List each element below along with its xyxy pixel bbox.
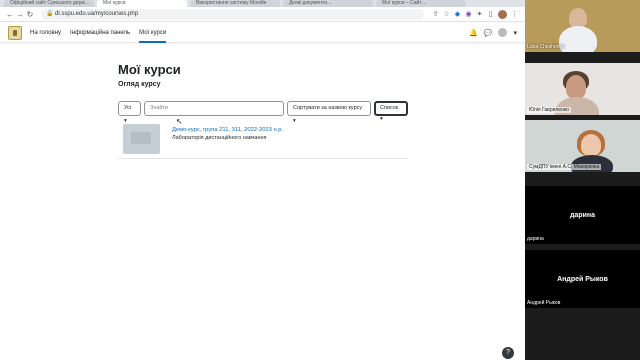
forward-icon[interactable]: → — [15, 10, 25, 19]
participant-tile[interactable]: дарина дарина — [525, 186, 640, 248]
grouping-dropdown[interactable]: Усі ▾ — [118, 101, 141, 124]
course-list-item[interactable]: Демо-курс, група 211, 311, 2022-2023 н.р… — [118, 120, 408, 159]
participant-tile[interactable]: СумДПУ імені А.С. Макаренка — [525, 120, 640, 176]
course-name-link[interactable]: Демо-курс, група 211, 311, 2022-2023 н.р… — [172, 127, 283, 133]
participant-video — [566, 75, 586, 99]
participant-video — [559, 26, 597, 52]
participant-tile[interactable]: Luba Cheshenko — [525, 0, 640, 56]
help-button[interactable]: ? — [502, 347, 514, 359]
participant-display-name: Андрей Рыков — [557, 276, 608, 283]
extensions-puzzle-icon[interactable]: ✦ — [474, 10, 485, 18]
extension-icon[interactable]: ◉ — [463, 10, 474, 18]
course-overview-heading: Огляд курсу — [118, 81, 161, 88]
browser-tab[interactable]: Офіційний сайт Сумського держ… — [4, 0, 94, 7]
bookmark-star-icon[interactable]: ☆ — [441, 10, 452, 18]
notifications-bell-icon[interactable]: 🔔 — [469, 29, 478, 37]
participant-tile[interactable]: Юлія Гавриленко — [525, 63, 640, 119]
browser-menu-icon[interactable]: ⋮ — [509, 10, 520, 18]
sort-dropdown[interactable]: Сортувати за назвою курсу ▾ — [287, 101, 371, 124]
back-icon[interactable]: ← — [5, 10, 15, 19]
nav-dashboard[interactable]: Інформаційна панель — [70, 23, 130, 43]
sidebar-icon[interactable]: ▯ — [485, 10, 496, 18]
tab-strip: Офіційний сайт Сумського держ… Мої курси… — [0, 0, 525, 7]
participant-tile[interactable]: Андрей Рыков Андрей Рыков — [525, 250, 640, 312]
sort-label: Сортувати за назвою курсу — [293, 105, 363, 111]
messages-icon[interactable]: 💬 — [484, 29, 493, 37]
navbar-user-area: 🔔 💬 ▾ — [469, 28, 517, 37]
nav-home[interactable]: На головну — [30, 23, 61, 43]
view-label: Список — [380, 105, 399, 111]
browser-window: Офіційний сайт Сумського держ… Мої курси… — [0, 0, 525, 360]
university-logo[interactable] — [8, 25, 22, 40]
chevron-down-icon[interactable]: ▾ — [513, 29, 517, 37]
url-field[interactable]: 🔒 dl.sspu.edu.ua/my/courses.php — [41, 8, 424, 20]
site-navbar: На головну Інформаційна панель Мої курси… — [0, 23, 525, 43]
participant-video — [569, 8, 587, 28]
participant-name: Luba Cheshenko — [527, 44, 565, 50]
user-avatar[interactable] — [498, 28, 508, 37]
nav-my-courses[interactable]: Мої курси — [139, 23, 167, 43]
browser-tab[interactable]: Мої курси – Сайт… — [376, 0, 466, 7]
course-search-input[interactable]: Знайти — [144, 101, 284, 116]
participant-name: дарина — [527, 236, 544, 242]
browser-tab[interactable]: Використання систему Moodle — [190, 0, 280, 7]
course-image[interactable] — [123, 124, 160, 154]
browser-tab[interactable]: Деякі документи… — [283, 0, 373, 7]
participant-video — [581, 134, 601, 156]
participant-display-name: дарина — [569, 212, 596, 219]
share-icon[interactable]: ⇪ — [430, 10, 441, 18]
video-call-participants: Luba Cheshenko Юлія Гавриленко СумДПУ ім… — [525, 0, 640, 360]
view-dropdown[interactable]: Список ▾ — [374, 101, 408, 122]
reload-icon[interactable]: ↻ — [25, 10, 35, 19]
lock-icon: 🔒 — [46, 10, 54, 17]
participant-name: Андрей Рыков — [527, 300, 561, 306]
url-text: dl.sspu.edu.ua/my/courses.php — [55, 10, 139, 17]
extension-shield-icon[interactable]: ◆ — [452, 10, 463, 18]
page-title: Мої курси — [118, 62, 181, 77]
participant-name: Юлія Гавриленко — [527, 107, 571, 113]
course-filters: Усі ▾ Знайти Сортувати за назвою курсу ▾… — [118, 101, 408, 124]
browser-tab-active[interactable]: Мої курси — [97, 0, 187, 7]
profile-avatar-icon[interactable] — [498, 9, 507, 19]
address-bar-row: ← → ↻ 🔒 dl.sspu.edu.ua/my/courses.php ⇪ … — [0, 7, 525, 22]
grouping-label: Усі — [124, 105, 132, 111]
course-category: Лабораторія дистанційного навчання — [172, 135, 267, 141]
participant-name: СумДПУ імені А.С. Макаренка — [527, 164, 602, 170]
